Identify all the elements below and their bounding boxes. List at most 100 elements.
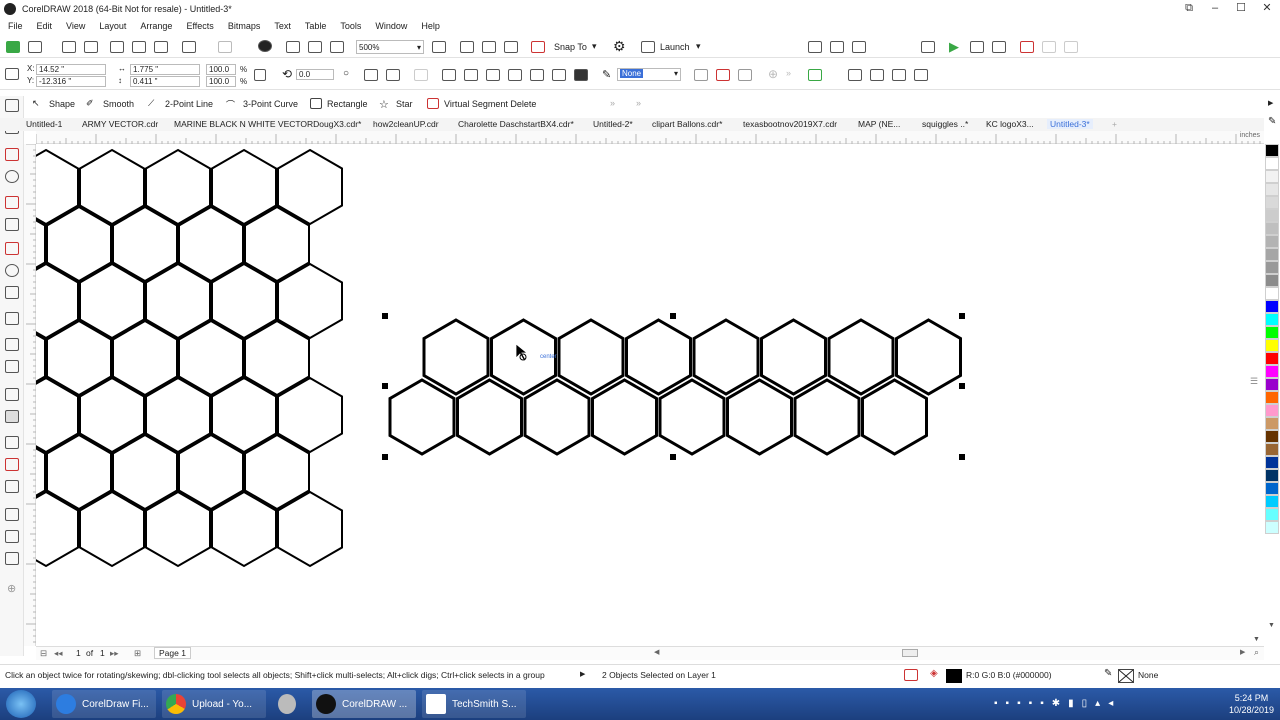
artistic-media-tool-icon[interactable] — [5, 218, 19, 231]
tray-app-icon[interactable]: ▪ — [1017, 698, 1021, 709]
copy-icon[interactable] — [132, 41, 146, 53]
network-icon[interactable]: ▮ — [1068, 698, 1074, 709]
palette-swatch[interactable] — [1265, 300, 1279, 313]
menu-view[interactable]: View — [66, 21, 85, 31]
palette-swatch[interactable] — [1265, 352, 1279, 365]
zoom-level-select[interactable]: 500% ▾ — [356, 40, 424, 54]
record-macro-icon[interactable] — [970, 41, 984, 53]
palette-swatch[interactable] — [1265, 287, 1279, 300]
tab-marine-black-n-white[interactable]: MARINE BLACK N WHITE VECTORDougX3.cdr* — [174, 119, 361, 129]
tray-app-icon[interactable]: ▪ — [1006, 698, 1010, 709]
hexagon-shape[interactable] — [726, 378, 793, 456]
volume-icon[interactable]: ◂ — [1108, 698, 1113, 709]
macro-editor-icon[interactable] — [992, 41, 1006, 53]
menu-effects[interactable]: Effects — [186, 21, 213, 31]
palette-swatch[interactable] — [1265, 313, 1279, 326]
palette-swatch[interactable] — [1265, 365, 1279, 378]
palette-scroll-down-icon[interactable]: ▼ — [1268, 622, 1275, 629]
palette-swatch[interactable] — [1265, 235, 1279, 248]
palette-swatch[interactable] — [1265, 326, 1279, 339]
tab-kc-logo[interactable]: KC logoX3... — [986, 119, 1034, 129]
menu-bitmaps[interactable]: Bitmaps — [228, 21, 261, 31]
front-minus-back-icon[interactable] — [552, 69, 566, 81]
break-apart-icon[interactable] — [738, 69, 752, 81]
star-option[interactable]: ☆ Star — [379, 98, 413, 112]
barcode-icon[interactable] — [808, 41, 822, 53]
virtual-segment-delete-option[interactable]: Virtual Segment Delete — [427, 98, 536, 109]
palette-swatch[interactable] — [1265, 391, 1279, 404]
pause-macro-icon[interactable] — [1042, 41, 1056, 53]
palette-swatch[interactable] — [1265, 274, 1279, 287]
x-position-field[interactable]: 14.52 " — [36, 64, 106, 75]
interactive-fill-tool-icon[interactable] — [5, 458, 19, 471]
connector-tool-icon[interactable] — [5, 360, 19, 373]
menu-arrange[interactable]: Arrange — [140, 21, 172, 31]
y-position-field[interactable]: -12.316 " — [36, 76, 106, 87]
play-macro-icon[interactable]: ▶ — [949, 39, 959, 55]
vertical-ruler[interactable] — [24, 144, 36, 646]
delete-boundary-icon[interactable] — [716, 69, 730, 81]
show-hidden-icons-icon[interactable]: ▴ — [1095, 698, 1100, 709]
selection-handle[interactable] — [382, 383, 388, 389]
windows-start-button[interactable] — [6, 690, 36, 718]
smooth-option[interactable]: ✐ Smooth — [86, 98, 134, 109]
tray-app-icon[interactable]: ▪ — [994, 698, 998, 709]
pencil-icon[interactable]: ✎ — [1268, 116, 1276, 127]
text-tool-icon[interactable] — [5, 312, 19, 325]
hexagon-shape[interactable] — [36, 148, 79, 226]
cut-icon[interactable] — [110, 41, 124, 53]
palette-swatch[interactable] — [1265, 144, 1279, 157]
polygon-tool-icon[interactable] — [5, 286, 19, 299]
page-tab[interactable]: Page 1 — [154, 647, 191, 659]
scroll-right-icon[interactable]: ▶ — [1240, 648, 1245, 656]
palette-swatch[interactable] — [1265, 495, 1279, 508]
more-options-icon[interactable]: » — [636, 98, 641, 108]
fill-icon[interactable] — [5, 530, 19, 543]
hexagon-shape[interactable] — [422, 318, 490, 396]
palette-swatch[interactable] — [1265, 196, 1279, 209]
palette-swatch[interactable] — [1265, 339, 1279, 352]
hexagon-shape[interactable] — [827, 318, 895, 396]
menu-layout[interactable]: Layout — [99, 21, 126, 31]
tab-texasbootnov2019[interactable]: texasbootnov2019X7.cdr — [743, 119, 837, 129]
hexagon-shape[interactable] — [388, 378, 456, 456]
taskbar-item-upload[interactable]: Upload - Yo... — [162, 690, 266, 718]
transparency-tool-icon[interactable] — [5, 410, 19, 423]
snap-to-dropdown[interactable]: Snap To — [554, 42, 587, 52]
rotation-center-icon[interactable]: ○ — [343, 68, 349, 79]
hexagon-shape[interactable] — [625, 318, 692, 396]
create-boundary-icon[interactable] — [694, 69, 708, 81]
launch-dropdown[interactable]: Launch — [660, 42, 690, 52]
hexagon-shape[interactable] — [557, 318, 625, 396]
show-guidelines-icon[interactable] — [504, 41, 518, 53]
back-minus-front-icon[interactable] — [574, 69, 588, 81]
palette-swatch[interactable] — [1265, 222, 1279, 235]
close-button[interactable]: ✕ — [1254, 0, 1280, 18]
text-wrap-icon[interactable] — [414, 69, 428, 81]
hexagon-shape[interactable] — [658, 378, 726, 456]
undo-icon[interactable] — [182, 41, 196, 53]
print-icon[interactable] — [84, 41, 98, 53]
parallel-dimension-tool-icon[interactable] — [5, 338, 19, 351]
menu-table[interactable]: Table — [305, 21, 327, 31]
hexagon-shape[interactable] — [523, 378, 591, 456]
expand-status-icon[interactable]: ▶ — [580, 670, 585, 678]
rectangle-tool-icon[interactable] — [5, 242, 19, 255]
publish-pdf-icon[interactable] — [330, 41, 344, 53]
scale-y-field[interactable]: 100.0 — [206, 76, 236, 87]
palette-swatch[interactable] — [1265, 170, 1279, 183]
previous-page-icon[interactable]: ◂◂ — [54, 648, 63, 659]
palette-swatch[interactable] — [1265, 248, 1279, 261]
next-page-icon[interactable]: ▸▸ — [110, 648, 119, 659]
group-icon[interactable] — [914, 69, 928, 81]
tab-charolette-daschstart[interactable]: Charolette DaschstartBX4.cdr* — [458, 119, 574, 129]
add-tool-icon[interactable]: ⊕ — [7, 582, 16, 595]
bluetooth-icon[interactable]: ✱ — [1052, 698, 1060, 709]
taskbar-item-app[interactable] — [274, 690, 302, 718]
zoom-icon[interactable]: ⌕ — [1254, 647, 1259, 658]
align-distribute-icon[interactable] — [848, 69, 862, 81]
palette-swatch[interactable] — [1265, 469, 1279, 482]
taskbar-item-coreldraw[interactable]: CorelDRAW ... — [312, 690, 416, 718]
restore-tab-icon[interactable]: ⧉ — [1176, 0, 1202, 18]
horizontal-scroll-thumb[interactable] — [902, 649, 918, 657]
